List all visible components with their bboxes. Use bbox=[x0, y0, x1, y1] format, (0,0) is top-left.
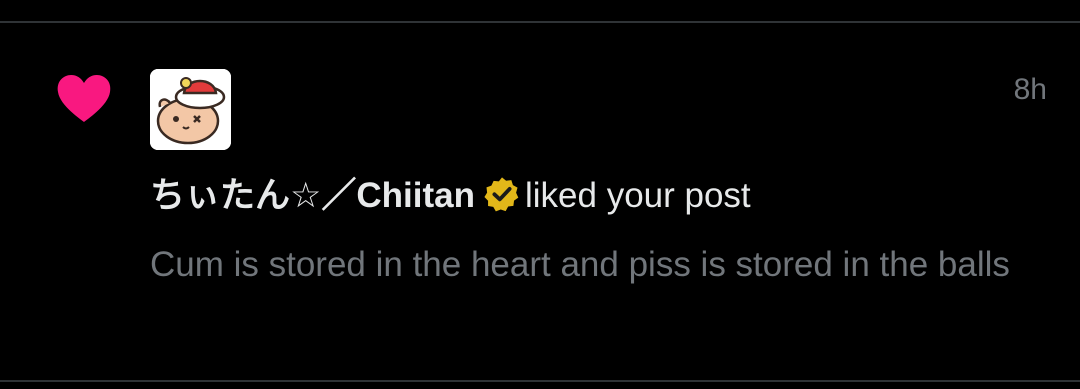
bottom-divider bbox=[0, 380, 1080, 382]
timestamp: 8h bbox=[1013, 73, 1047, 106]
like-notification[interactable]: 8h ちぃたん☆／Chiitan liked your post Cum is … bbox=[0, 23, 1080, 380]
action-text: liked your post bbox=[524, 176, 751, 215]
chiitan-avatar-image bbox=[150, 69, 231, 150]
verified-gold-icon bbox=[484, 177, 519, 212]
author-name[interactable]: ちぃたん☆／Chiitan bbox=[150, 176, 475, 215]
heart-icon bbox=[57, 75, 111, 122]
notification-headline: ちぃたん☆／Chiitan liked your post bbox=[150, 174, 1050, 218]
avatar[interactable] bbox=[150, 69, 231, 150]
post-excerpt[interactable]: Cum is stored in the heart and piss is s… bbox=[150, 237, 1050, 292]
